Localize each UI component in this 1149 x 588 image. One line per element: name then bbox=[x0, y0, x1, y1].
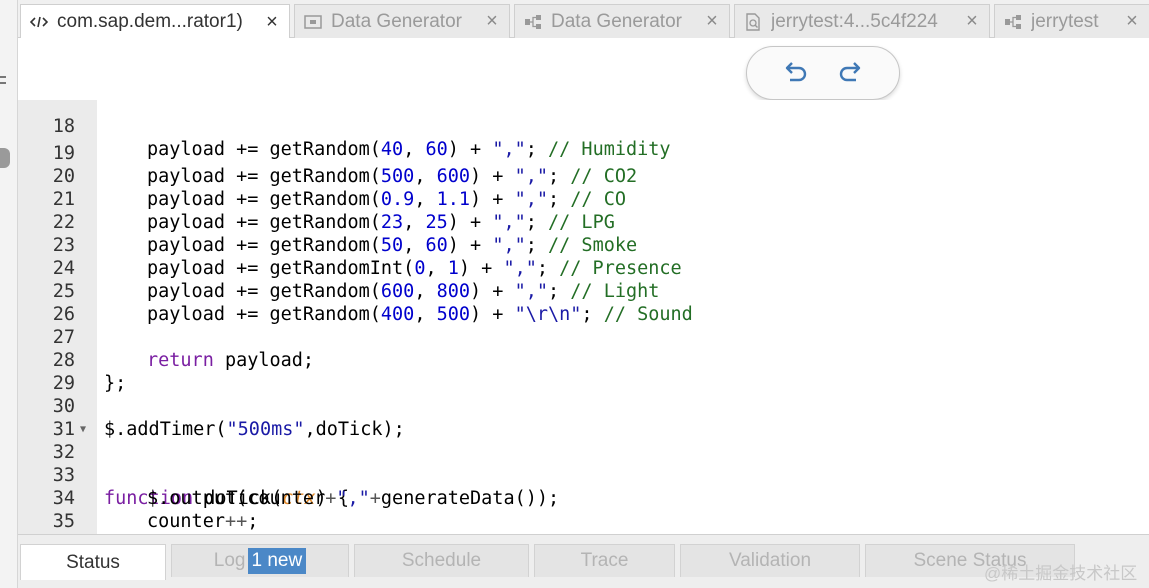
left-strip bbox=[0, 0, 18, 588]
tab-log[interactable]: Log 1 new bbox=[171, 544, 349, 577]
tab-label: Status bbox=[66, 551, 120, 573]
strip-mark bbox=[0, 82, 6, 84]
code-line: 19 payload += getRandom(500, 600) + ",";… bbox=[18, 119, 1149, 187]
graph-icon bbox=[1003, 12, 1023, 32]
code-line: 28 }; bbox=[18, 326, 1149, 394]
tab-validation[interactable]: Validation bbox=[680, 544, 860, 577]
watermark: @稀土掘金技术社区 bbox=[984, 564, 1138, 583]
strip-mark bbox=[0, 76, 6, 78]
splitter-handle[interactable] bbox=[0, 148, 10, 168]
editor-toolbar bbox=[18, 38, 1149, 108]
tab-trace[interactable]: Trace bbox=[534, 544, 675, 577]
close-icon[interactable]: × bbox=[701, 10, 723, 33]
code-line: 23 payload += getRandomInt(0, 1) + ","; … bbox=[18, 211, 1149, 279]
undo-icon bbox=[784, 59, 810, 88]
code-line: 33 $.output(counter+","+generateData()); bbox=[18, 441, 1149, 509]
doc-search-icon bbox=[743, 12, 763, 32]
editor-tab-bar: com.sap.dem...rator1) × Data Generator ×… bbox=[18, 0, 1149, 39]
code-editor[interactable]: 18 payload += getRandom(40, 60) + ","; /… bbox=[18, 100, 1149, 534]
code-line: 34 counter++; bbox=[18, 464, 1149, 532]
close-icon[interactable]: × bbox=[1121, 10, 1143, 33]
image-icon bbox=[303, 12, 323, 32]
tab-label: Log bbox=[213, 550, 246, 571]
tab-label: jerrytest:4...5c4f224 bbox=[771, 10, 938, 32]
code-line: 27 return payload; bbox=[18, 303, 1149, 371]
tab-data-generator-2[interactable]: Data Generator × bbox=[514, 4, 730, 38]
close-icon[interactable]: × bbox=[481, 10, 503, 33]
code-line: 26 bbox=[18, 280, 1149, 325]
tab-label: jerrytest bbox=[1031, 10, 1099, 32]
tab-status[interactable]: Status bbox=[20, 544, 166, 580]
tab-jerrytest-trace[interactable]: jerrytest:4...5c4f224 × bbox=[734, 4, 990, 38]
code-line: 35 } bbox=[18, 487, 1149, 532]
new-count-badge: 1 new bbox=[247, 548, 307, 574]
undo-redo-group bbox=[746, 46, 900, 100]
tab-label: Data Generator bbox=[331, 10, 462, 32]
redo-button[interactable] bbox=[833, 57, 865, 89]
redo-icon bbox=[836, 59, 862, 88]
code-line: 29 bbox=[18, 349, 1149, 394]
code-line: 30 $.addTimer("500ms",doTick); bbox=[18, 372, 1149, 440]
tab-label: Validation bbox=[728, 550, 812, 571]
tab-code-editor[interactable]: com.sap.dem...rator1) × bbox=[20, 4, 290, 39]
close-icon[interactable]: × bbox=[961, 10, 983, 33]
tab-label: com.sap.dem...rator1) bbox=[57, 11, 243, 32]
tab-jerrytest[interactable]: jerrytest × bbox=[994, 4, 1149, 38]
code-line: 21 payload += getRandom(23, 25) + ","; /… bbox=[18, 165, 1149, 233]
code-line: 18 payload += getRandom(40, 60) + ","; /… bbox=[18, 100, 1149, 160]
tab-label: Data Generator bbox=[551, 10, 682, 32]
fold-arrow-icon[interactable]: ▼ bbox=[80, 418, 86, 441]
close-icon[interactable]: × bbox=[261, 11, 283, 34]
undo-button[interactable] bbox=[781, 57, 813, 89]
tab-data-generator-1[interactable]: Data Generator × bbox=[294, 4, 510, 38]
code-line: 24 payload += getRandom(600, 800) + ",";… bbox=[18, 234, 1149, 302]
graph-icon bbox=[523, 12, 543, 32]
code-line: 20 payload += getRandom(0.9, 1.1) + ",";… bbox=[18, 142, 1149, 210]
code-icon bbox=[29, 12, 49, 32]
tab-schedule[interactable]: Schedule bbox=[354, 544, 529, 577]
code-line: 32 ▼ function doTick(ctx) { bbox=[18, 418, 1149, 509]
tab-label: Schedule bbox=[401, 550, 482, 571]
code-line: 22 payload += getRandom(50, 60) + ","; /… bbox=[18, 188, 1149, 256]
code-line: 31 bbox=[18, 395, 1149, 440]
bottom-panel-tabs: Status Log 1 new Schedule Trace Validati… bbox=[18, 534, 1149, 588]
code-line: 36 bbox=[18, 510, 1149, 533]
tab-label: Trace bbox=[580, 550, 629, 571]
code-line: 25 payload += getRandom(400, 500) + "\r\… bbox=[18, 257, 1149, 325]
